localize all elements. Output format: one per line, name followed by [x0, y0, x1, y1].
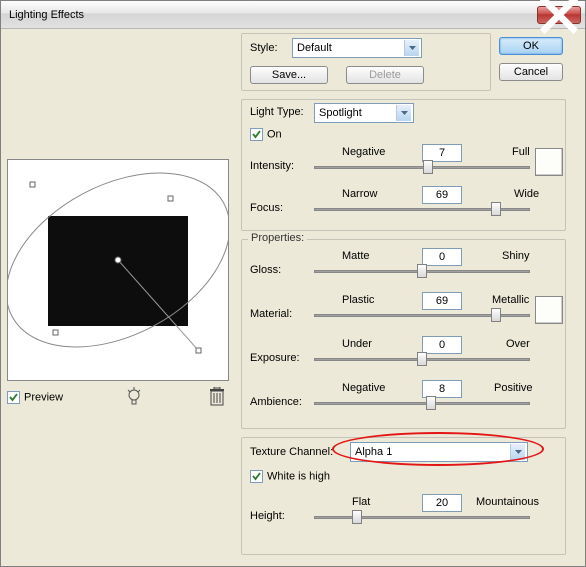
material-value[interactable]: 69	[422, 292, 462, 310]
light-type-value: Spotlight	[319, 107, 362, 119]
gloss-left: Matte	[342, 250, 370, 262]
ambience-thumb[interactable]	[426, 396, 436, 410]
preview-canvas[interactable]	[7, 159, 229, 381]
trash-icon[interactable]	[209, 387, 225, 410]
light-gizmo[interactable]	[8, 160, 229, 381]
white-is-high-checkbox[interactable]: White is high	[250, 470, 330, 483]
style-label: Style:	[250, 42, 278, 54]
texture-value: Alpha 1	[355, 446, 392, 458]
checkbox-icon	[250, 128, 263, 141]
material-label: Material:	[250, 308, 292, 320]
chevron-down-icon	[404, 40, 419, 56]
checkbox-icon	[250, 470, 263, 483]
height-right: Mountainous	[476, 496, 539, 508]
cancel-button[interactable]: Cancel	[499, 63, 563, 81]
height-value[interactable]: 20	[422, 494, 462, 512]
height-label: Height:	[250, 510, 285, 522]
light-type-label: Light Type:	[250, 106, 304, 118]
intensity-thumb[interactable]	[423, 160, 433, 174]
gloss-label: Gloss:	[250, 264, 281, 276]
gloss-value[interactable]: 0	[422, 248, 462, 266]
preview-checkbox[interactable]: Preview	[7, 391, 63, 404]
close-button[interactable]	[537, 6, 581, 24]
ambience-label: Ambience:	[250, 396, 302, 408]
on-label: On	[267, 128, 282, 140]
lighting-effects-dialog: Lighting Effects Style: Default Save... …	[0, 0, 586, 567]
gloss-right: Shiny	[502, 250, 530, 262]
ambience-left: Negative	[342, 382, 385, 394]
style-value: Default	[297, 42, 332, 54]
focus-label: Focus:	[250, 202, 283, 214]
style-dropdown[interactable]: Default	[292, 38, 422, 58]
intensity-left: Negative	[342, 146, 385, 158]
titlebar[interactable]: Lighting Effects	[1, 1, 585, 29]
preview-label: Preview	[24, 391, 63, 403]
checkbox-icon	[7, 391, 20, 404]
preview-area: Preview	[7, 159, 232, 439]
light-type-dropdown[interactable]: Spotlight	[314, 103, 414, 123]
focus-right: Wide	[514, 188, 539, 200]
exposure-right: Over	[506, 338, 530, 350]
light-type-group: Light Type: Spotlight On Intensity: Nega…	[241, 99, 566, 231]
height-slider[interactable]	[314, 516, 530, 519]
height-left: Flat	[352, 496, 370, 508]
gloss-thumb[interactable]	[417, 264, 427, 278]
white-is-high-label: White is high	[267, 470, 330, 482]
intensity-label: Intensity:	[250, 160, 294, 172]
exposure-value[interactable]: 0	[422, 336, 462, 354]
exposure-label: Exposure:	[250, 352, 300, 364]
focus-left: Narrow	[342, 188, 377, 200]
ambience-slider[interactable]	[314, 402, 530, 405]
style-group: Style: Default Save... Delete	[241, 33, 491, 91]
ambient-color-swatch[interactable]	[535, 296, 563, 324]
exposure-left: Under	[342, 338, 372, 350]
light-color-swatch[interactable]	[535, 148, 563, 176]
ambience-right: Positive	[494, 382, 533, 394]
material-thumb[interactable]	[491, 308, 501, 322]
material-right: Metallic	[492, 294, 529, 306]
material-left: Plastic	[342, 294, 374, 306]
save-button[interactable]: Save...	[250, 66, 328, 84]
window-title: Lighting Effects	[9, 9, 537, 21]
texture-label: Texture Channel:	[250, 446, 333, 458]
properties-label: Properties:	[248, 232, 307, 244]
focus-thumb[interactable]	[491, 202, 501, 216]
chevron-down-icon	[396, 105, 411, 121]
intensity-slider[interactable]	[314, 166, 530, 169]
lightbulb-icon[interactable]	[125, 387, 143, 410]
on-checkbox[interactable]: On	[250, 128, 282, 141]
texture-group: Texture Channel: Alpha 1 White is high H…	[241, 437, 566, 555]
focus-value[interactable]: 69	[422, 186, 462, 204]
properties-group: Properties: Gloss: Matte 0 Shiny Materia…	[241, 239, 566, 429]
chevron-down-icon	[510, 444, 525, 460]
exposure-thumb[interactable]	[417, 352, 427, 366]
height-thumb[interactable]	[352, 510, 362, 524]
intensity-right: Full	[512, 146, 530, 158]
delete-button: Delete	[346, 66, 424, 84]
texture-dropdown[interactable]: Alpha 1	[350, 442, 528, 462]
ok-button[interactable]: OK	[499, 37, 563, 55]
